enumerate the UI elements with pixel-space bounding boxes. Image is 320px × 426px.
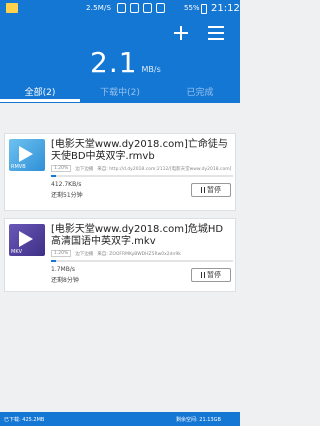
pause-button[interactable]: 暂停 <box>191 268 231 282</box>
time-remaining: 还剩8分钟 <box>51 277 79 284</box>
battery-percent: 55% <box>184 4 200 12</box>
video-file-icon: MKV <box>9 224 45 256</box>
alarm-icon <box>130 3 139 13</box>
play-icon <box>19 231 33 247</box>
tab-indicator <box>0 99 80 102</box>
pause-label: 暂停 <box>207 271 221 279</box>
status-bar: 2.5M/S 55% 21:12 <box>0 0 240 18</box>
download-percent: 1.20% <box>51 165 72 172</box>
total-speed: 2.1 MB/s <box>90 46 161 79</box>
speed-value: 2.1 <box>90 46 138 79</box>
tab-completed[interactable]: 已完成 <box>160 82 240 102</box>
pause-icon <box>201 187 205 193</box>
download-progress-bar <box>51 260 233 262</box>
free-space: 剩余空间: 21.13GB <box>176 417 221 423</box>
pause-button[interactable]: 暂停 <box>191 183 231 197</box>
pause-label: 暂停 <box>207 186 221 194</box>
download-title: [电影天堂www.dy2018.com]危城HD高清国语中英双字.mkv <box>51 224 224 247</box>
file-format: MKV <box>11 249 23 255</box>
storage-footer: 已下载: 425.2MB 剩余空间: 21.13GB <box>0 412 240 426</box>
download-title: [电影天堂www.dy2018.com]亡命徒与天使BD中英双字.rmvb <box>51 139 228 162</box>
status-icons <box>117 3 165 13</box>
file-format: RMVB <box>11 164 26 170</box>
download-rate: 412.7KB/s <box>51 181 82 188</box>
wifi-icon <box>143 3 152 13</box>
battery-icon <box>201 4 207 14</box>
network-speed: 2.5M/S <box>86 4 112 12</box>
download-progress-fill <box>51 175 57 177</box>
download-source: 来自: http://d.dy2018.com:2112/[电影天堂www.dy… <box>97 166 232 172</box>
download-meta: 1.20% 边下边播 来自: http://d.dy2018.com:2112/… <box>51 164 233 173</box>
download-progress-bar <box>51 175 233 177</box>
speed-unit: MB/s <box>141 65 161 74</box>
tab-downloading[interactable]: 下载中(2) <box>80 82 160 102</box>
download-item[interactable]: MKV [电影天堂www.dy2018.com]危城HD高清国语中英双字.mkv… <box>4 218 236 292</box>
downloaded-size: 已下载: 425.2MB <box>4 417 45 423</box>
signal-icon <box>156 3 165 13</box>
download-item[interactable]: RMVB [电影天堂www.dy2018.com]亡命徒与天使BD中英双字.rm… <box>4 133 236 211</box>
download-meta: 1.20% 边下边播 来自: ZOOFRMKyBWDHZ5Rw0x2dn9k <box>51 249 233 258</box>
add-download-button[interactable] <box>172 24 190 42</box>
clock: 21:12 <box>211 3 240 14</box>
time-remaining: 还剩51分钟 <box>51 192 83 199</box>
download-rate: 1.7MB/s <box>51 266 75 273</box>
pause-icon <box>201 272 205 278</box>
video-file-icon: RMVB <box>9 139 45 171</box>
download-source: 来自: ZOOFRMKyBWDHZ5Rw0x2dn9k <box>97 251 181 257</box>
notification-icon <box>6 3 18 13</box>
play-icon <box>19 146 33 162</box>
menu-button[interactable] <box>208 26 224 40</box>
stream-play-link[interactable]: 边下边播 <box>75 251 93 257</box>
vibrate-icon <box>117 3 126 13</box>
download-progress-fill <box>51 260 57 262</box>
stream-play-link[interactable]: 边下边播 <box>75 166 93 172</box>
download-percent: 1.20% <box>51 250 72 257</box>
